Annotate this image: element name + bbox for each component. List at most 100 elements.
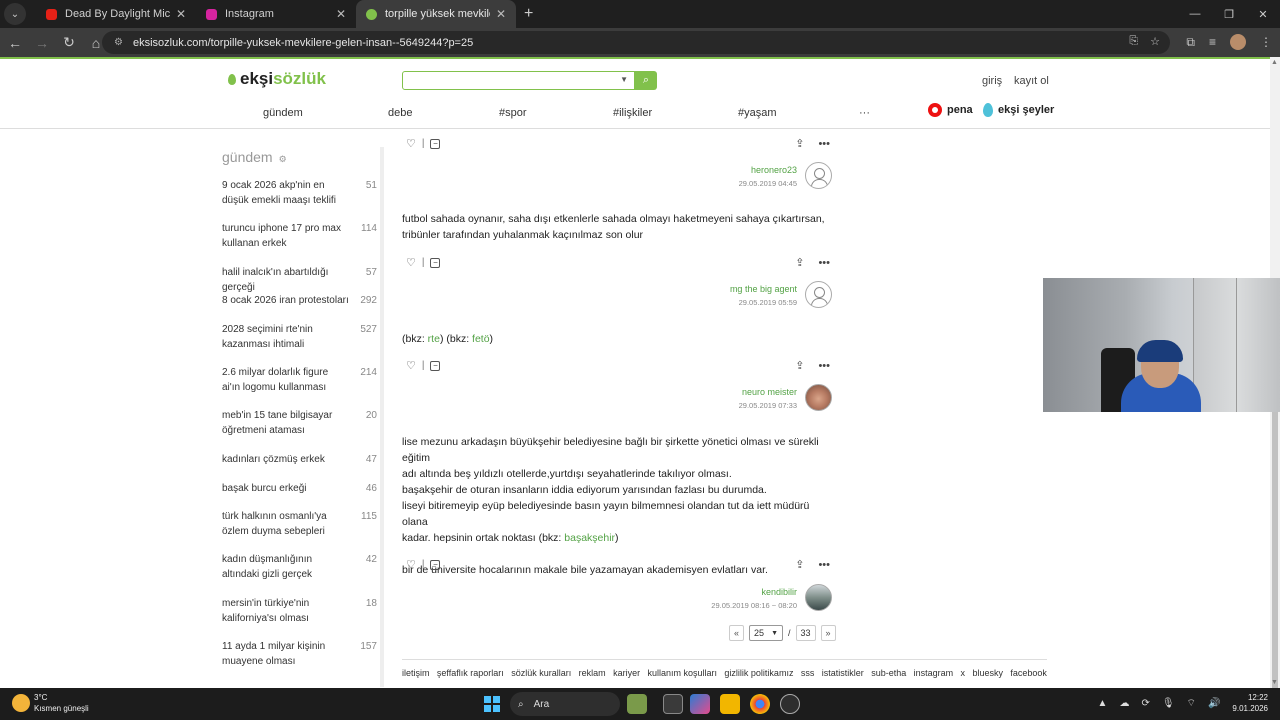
close-icon[interactable]: ✕ — [336, 7, 346, 21]
sidebar-topic[interactable]: 9 ocak 2026 akp'nin en düşük emekli maaş… — [222, 178, 377, 208]
entry-date[interactable]: 29.05.2019 05:59 — [730, 298, 797, 307]
footer-link[interactable]: iletişim — [402, 668, 430, 678]
close-window-icon[interactable]: ✕ — [1246, 0, 1280, 28]
share-icon[interactable]: ⇪ — [795, 359, 804, 372]
scrollbar-thumb[interactable] — [1272, 407, 1278, 707]
close-icon[interactable]: ✕ — [496, 7, 506, 21]
tab-instagram[interactable]: Instagram ✕ — [196, 0, 356, 28]
chrome-icon[interactable] — [750, 694, 770, 714]
page-select[interactable]: 25 ▼ — [749, 625, 783, 641]
heart-icon[interactable]: ♡ — [406, 558, 416, 571]
site-logo[interactable]: ekşi sözlük — [228, 69, 326, 89]
sidebar-topic[interactable]: mersin'in türkiye'nin kaliforniya'sı olm… — [222, 596, 377, 626]
sidebar-topic[interactable]: halil inalcık'ın abartıldığı gerçeği 57 — [222, 265, 377, 295]
more-icon[interactable]: ••• — [818, 360, 830, 372]
footer-link[interactable]: facebook — [1010, 668, 1047, 678]
extensions-icon[interactable]: ⧉ — [1186, 35, 1195, 50]
entry-date[interactable]: 29.05.2019 04:45 — [739, 179, 797, 188]
register-link[interactable]: kayıt ol — [1014, 75, 1049, 87]
eksi-seyler-link[interactable]: ekşi şeyler — [983, 103, 1054, 117]
footer-link[interactable]: istatistikler — [822, 668, 864, 678]
sidebar-topic[interactable]: kadınları çözmüş erkek 47 — [222, 452, 377, 467]
footer-link[interactable]: x — [961, 668, 966, 678]
heart-icon[interactable]: ♡ — [406, 137, 416, 150]
nav-iliskiler[interactable]: #ilişkiler — [613, 107, 652, 119]
footer-link[interactable]: instagram — [914, 668, 954, 678]
volume-icon[interactable]: 🔊 — [1208, 698, 1220, 709]
profile-avatar-icon[interactable] — [1230, 34, 1246, 50]
footer-link[interactable]: sub-etha — [871, 668, 906, 678]
reload-icon[interactable]: ↻ — [57, 34, 81, 51]
forward-icon[interactable]: → — [30, 35, 54, 51]
tab-eksisozluk[interactable]: torpille yüksek mevkilere gelen ✕ — [356, 0, 516, 28]
author-link[interactable]: mg the big agent — [730, 284, 797, 294]
nav-gundem[interactable]: gündem — [263, 107, 303, 119]
nav-debe[interactable]: debe — [388, 107, 412, 119]
scroll-down-icon[interactable]: ▼ — [1271, 679, 1278, 686]
more-icon[interactable]: ••• — [818, 138, 830, 150]
settings-app-icon[interactable] — [780, 694, 800, 714]
chevron-up-icon[interactable]: ▲ — [1098, 698, 1108, 709]
bkz-link[interactable]: fetö — [472, 333, 490, 345]
site-info-icon[interactable]: ⚙ — [114, 37, 123, 48]
minus-icon[interactable]: − — [430, 559, 441, 570]
more-icon[interactable]: ••• — [818, 559, 830, 571]
search-button[interactable]: ⌕ — [635, 71, 657, 90]
minimize-icon[interactable]: — — [1178, 0, 1212, 28]
avatar[interactable] — [805, 584, 832, 611]
author-link[interactable]: kendibilir — [711, 587, 797, 597]
microphone-icon[interactable]: 🎙 — [1162, 698, 1175, 709]
more-icon[interactable]: ••• — [818, 257, 830, 269]
minus-icon[interactable]: − — [430, 360, 441, 371]
minus-icon[interactable]: − — [430, 138, 441, 149]
footer-link[interactable]: şeffaflık raporları — [437, 668, 504, 678]
footer-link[interactable]: gizlilik politikamız — [724, 668, 793, 678]
heart-icon[interactable]: ♡ — [406, 359, 416, 372]
footer-link[interactable]: bluesky — [972, 668, 1003, 678]
avatar[interactable] — [805, 281, 832, 308]
sidebar-topic[interactable]: 11 ayda 1 milyar kişinin muayene olması 1… — [222, 639, 377, 669]
sidebar-topic[interactable]: başak burcu erkeği 46 — [222, 481, 377, 496]
share-icon[interactable]: ⇪ — [795, 137, 804, 150]
gear-icon[interactable]: ⚙ — [279, 154, 287, 164]
address-bar[interactable]: ⚙ eksisozluk.com/torpille-yuksek-mevkile… — [102, 31, 1170, 54]
last-page-button[interactable]: 33 — [795, 625, 816, 641]
bkz-link[interactable]: rte — [428, 333, 440, 345]
nav-spor[interactable]: #spor — [499, 107, 527, 119]
sidebar-scrollbar[interactable] — [380, 147, 384, 687]
share-icon[interactable]: ⇪ — [795, 256, 804, 269]
widget-app-icon[interactable] — [627, 694, 647, 714]
footer-link[interactable]: sözlük kuralları — [511, 668, 571, 678]
login-link[interactable]: giriş — [982, 75, 1002, 87]
close-icon[interactable]: ✕ — [176, 7, 186, 21]
sidebar-topic[interactable]: 8 ocak 2026 iran protestoları 292 — [222, 293, 377, 308]
entry-date[interactable]: 29.05.2019 07:33 — [739, 401, 797, 410]
windows-start-icon[interactable] — [484, 696, 500, 712]
tab-search-icon[interactable]: ⌄ — [4, 3, 26, 25]
bkz-link[interactable]: başakşehir — [564, 532, 615, 544]
author-link[interactable]: neuro meister — [739, 387, 797, 397]
footer-link[interactable]: kariyer — [613, 668, 640, 678]
tab-dead-by-daylight[interactable]: Dead By Daylight Michael Myers ✕ — [36, 0, 196, 28]
task-view-icon[interactable] — [663, 694, 683, 714]
weather-widget[interactable]: 3°C Kısmen güneşli — [12, 692, 89, 714]
sidebar-topic[interactable]: 2.6 milyar dolarlık figure ai'ın logomu … — [222, 365, 377, 395]
minus-icon[interactable]: − — [430, 257, 441, 268]
entry-date[interactable]: 29.05.2019 08:16 ~ 08:20 — [711, 601, 797, 610]
file-explorer-icon[interactable] — [720, 694, 740, 714]
nav-yasam[interactable]: #yaşam — [738, 107, 777, 119]
taskbar-search[interactable]: ⌕ Ara — [510, 692, 620, 716]
sidebar-topic[interactable]: turuncu iphone 17 pro max kullanan erkek… — [222, 221, 377, 251]
install-app-icon[interactable]: ⎘ — [1129, 35, 1138, 48]
bookmark-star-icon[interactable]: ☆ — [1150, 35, 1160, 48]
nav-more[interactable]: ··· — [859, 107, 870, 119]
scroll-up-icon[interactable]: ▲ — [1271, 59, 1278, 66]
avatar[interactable] — [805, 384, 832, 411]
prev-page-button[interactable]: « — [729, 625, 744, 641]
share-icon[interactable]: ⇪ — [795, 558, 804, 571]
author-link[interactable]: heronero23 — [739, 165, 797, 175]
menu-kebab-icon[interactable]: ⋮ — [1260, 35, 1272, 49]
sidebar-topic[interactable]: meb'in 15 tane bilgisayar öğretmeni atam… — [222, 408, 377, 438]
back-icon[interactable]: ← — [3, 35, 27, 51]
sidebar-topic[interactable]: 2028 seçimini rte'nin kazanması ihtimali… — [222, 322, 377, 352]
